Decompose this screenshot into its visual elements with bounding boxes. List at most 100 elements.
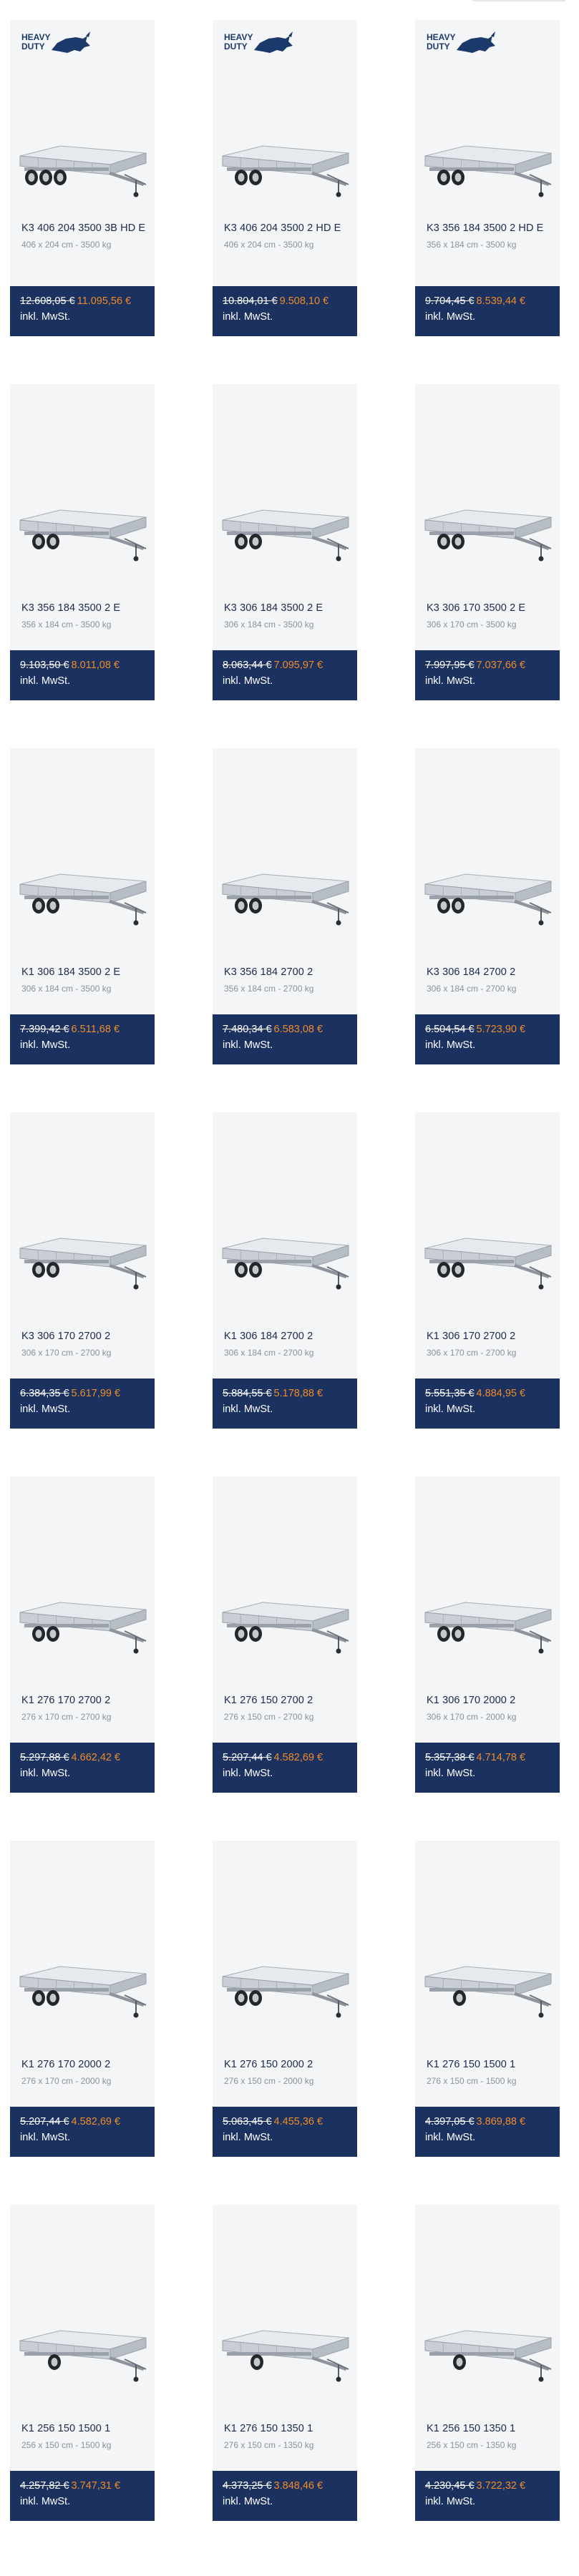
old-price: 5.297,88 € xyxy=(20,1752,69,1763)
trailer-image[interactable] xyxy=(213,1220,357,1298)
product-spec: 306 x 170 cm - 3500 kg xyxy=(427,619,517,630)
product-name[interactable]: K3 356 184 3500 2 E xyxy=(21,599,147,617)
product-card[interactable]: K1 276 150 1350 1 276 x 150 cm - 1350 kg 4… xyxy=(213,2205,357,2521)
product-card[interactable]: K1 306 170 2700 2 306 x 170 cm - 2700 kg 5… xyxy=(415,1112,560,1429)
trailer-image[interactable] xyxy=(213,491,357,570)
product-name[interactable]: K1 276 150 2000 2 xyxy=(224,2055,350,2074)
trailer-image[interactable] xyxy=(415,1220,560,1298)
product-card[interactable]: K1 276 150 1500 1 276 x 150 cm - 1500 kg 4… xyxy=(415,1841,560,2157)
old-price: 9.704,45 € xyxy=(425,295,475,307)
product-card[interactable]: K1 256 150 1350 1 256 x 150 cm - 1350 kg 4… xyxy=(415,2205,560,2521)
tax-note: inkl. MwSt. xyxy=(425,1404,476,1415)
product-spec: 306 x 184 cm - 2700 kg xyxy=(427,984,517,994)
product-card[interactable]: K3 356 184 2700 2 356 x 184 cm - 2700 kg 7… xyxy=(213,748,357,1064)
price-box: 12.608,05 €11.095,56 € inkl. MwSt. xyxy=(10,286,155,336)
price-box: 7.480,34 €6.583,08 € inkl. MwSt. xyxy=(213,1014,357,1064)
sale-price: 4.714,78 € xyxy=(476,1752,526,1763)
trailer-image[interactable] xyxy=(10,856,155,934)
sale-price: 5.178,88 € xyxy=(273,1388,323,1399)
product-card[interactable]: K1 276 170 2700 2 276 x 170 cm - 2700 kg 5… xyxy=(10,1476,155,1793)
product-name[interactable]: K1 276 150 1350 1 xyxy=(224,2419,350,2438)
product-name[interactable]: K1 276 170 2700 2 xyxy=(21,1691,147,1710)
product-card[interactable]: K3 306 170 3500 2 E 306 x 170 cm - 3500 k… xyxy=(415,384,560,700)
sale-price: 4.582,69 € xyxy=(273,1752,323,1763)
trailer-image[interactable] xyxy=(213,2312,357,2391)
trailer-image[interactable] xyxy=(213,856,357,934)
product-name[interactable]: K1 306 184 2700 2 xyxy=(224,1327,350,1346)
trailer-image[interactable] xyxy=(415,856,560,934)
product-name[interactable]: K1 306 170 2000 2 xyxy=(427,1691,553,1710)
product-card[interactable]: K3 306 170 2700 2 306 x 170 cm - 2700 kg 6… xyxy=(10,1112,155,1429)
tax-note: inkl. MwSt. xyxy=(20,2496,71,2507)
product-name[interactable]: K1 306 170 2700 2 xyxy=(427,1327,553,1346)
price-box: 7.399,42 €6.511,68 € inkl. MwSt. xyxy=(10,1014,155,1064)
old-price: 9.103,50 € xyxy=(20,660,69,671)
product-card[interactable]: HEAVY DUTY K3 356 184 3500 2 HD E 356 x 184… xyxy=(415,20,560,336)
price-box: 6.384,35 €5.617,99 € inkl. MwSt. xyxy=(10,1378,155,1429)
trailer-image[interactable] xyxy=(10,491,155,570)
product-name[interactable]: K3 406 204 3500 3B HD E xyxy=(21,219,147,237)
product-card[interactable]: K1 306 184 2700 2 306 x 184 cm - 2700 kg 5… xyxy=(213,1112,357,1429)
product-name[interactable]: K3 406 204 3500 2 HD E xyxy=(224,219,350,237)
trailer-image[interactable] xyxy=(213,1948,357,2027)
product-card[interactable]: K1 306 170 2000 2 306 x 170 cm - 2000 kg 5… xyxy=(415,1476,560,1793)
sale-price: 3.848,46 € xyxy=(273,2480,323,2492)
product-name[interactable]: K1 256 150 1350 1 xyxy=(427,2419,553,2438)
trailer-image[interactable] xyxy=(415,1948,560,2027)
old-price: 4.397,05 € xyxy=(425,2116,475,2127)
product-card[interactable]: K1 276 150 2700 2 276 x 150 cm - 2700 kg 5… xyxy=(213,1476,357,1793)
tax-note: inkl. MwSt. xyxy=(20,1404,71,1415)
product-card[interactable]: K3 306 184 2700 2 306 x 184 cm - 2700 kg 6… xyxy=(415,748,560,1064)
trailer-image[interactable] xyxy=(10,1948,155,2027)
sale-price: 7.037,66 € xyxy=(476,660,526,671)
old-price: 4.257,82 € xyxy=(20,2480,69,2492)
old-price: 4.230,45 € xyxy=(425,2480,475,2492)
product-spec: 276 x 150 cm - 1500 kg xyxy=(427,2076,517,2086)
trailer-image[interactable] xyxy=(415,1584,560,1662)
product-spec: 306 x 184 cm - 2700 kg xyxy=(224,1348,314,1358)
product-spec: 406 x 204 cm - 3500 kg xyxy=(224,240,314,250)
old-price: 10.804,01 € xyxy=(223,295,278,307)
trailer-image[interactable] xyxy=(213,1584,357,1662)
trailer-image[interactable] xyxy=(415,127,560,206)
product-name[interactable]: K1 276 150 2700 2 xyxy=(224,1691,350,1710)
trailer-image[interactable] xyxy=(10,2312,155,2391)
trailer-image[interactable] xyxy=(10,1584,155,1662)
rhino-icon xyxy=(254,31,293,53)
sale-price: 8.011,08 € xyxy=(71,660,120,671)
product-name[interactable]: K3 356 184 2700 2 xyxy=(224,963,350,981)
tax-note: inkl. MwSt. xyxy=(20,1768,71,1779)
product-card[interactable]: K1 276 150 2000 2 276 x 150 cm - 2000 kg 5… xyxy=(213,1841,357,2157)
trailer-image[interactable] xyxy=(10,1220,155,1298)
trailer-image[interactable] xyxy=(415,491,560,570)
product-card[interactable]: HEAVY DUTY K3 406 204 3500 2 HD E 406 x 204… xyxy=(213,20,357,336)
trailer-image[interactable] xyxy=(213,127,357,206)
product-name[interactable]: K3 306 184 3500 2 E xyxy=(224,599,350,617)
product-card[interactable]: K3 356 184 3500 2 E 356 x 184 cm - 3500 k… xyxy=(10,384,155,700)
product-card[interactable]: HEAVY DUTY K3 406 204 3500 3B HD E 406 x 20… xyxy=(10,20,155,336)
product-card[interactable]: K1 276 170 2000 2 276 x 170 cm - 2000 kg 5… xyxy=(10,1841,155,2157)
product-name[interactable]: K3 356 184 3500 2 HD E xyxy=(427,219,553,237)
trailer-image[interactable] xyxy=(415,2312,560,2391)
product-spec: 256 x 150 cm - 1500 kg xyxy=(21,2440,112,2450)
old-price: 7.399,42 € xyxy=(20,1024,69,1035)
tax-note: inkl. MwSt. xyxy=(223,311,273,323)
product-name[interactable]: K3 306 184 2700 2 xyxy=(427,963,553,981)
price-box: 5.063,45 €4.455,36 € inkl. MwSt. xyxy=(213,2107,357,2157)
sale-price: 5.617,99 € xyxy=(71,1388,121,1399)
tax-note: inkl. MwSt. xyxy=(20,1039,71,1051)
product-name[interactable]: K1 256 150 1500 1 xyxy=(21,2419,147,2438)
product-name[interactable]: K1 276 170 2000 2 xyxy=(21,2055,147,2074)
product-spec: 256 x 150 cm - 1350 kg xyxy=(427,2440,517,2450)
product-card[interactable]: K3 306 184 3500 2 E 306 x 184 cm - 3500 k… xyxy=(213,384,357,700)
price-box: 9.103,50 €8.011,08 € inkl. MwSt. xyxy=(10,650,155,700)
old-price: 6.504,54 € xyxy=(425,1024,475,1035)
product-card[interactable]: K1 306 184 3500 2 E 306 x 184 cm - 3500 k… xyxy=(10,748,155,1064)
product-name[interactable]: K1 276 150 1500 1 xyxy=(427,2055,553,2074)
product-name[interactable]: K1 306 184 3500 2 E xyxy=(21,963,147,981)
product-name[interactable]: K3 306 170 3500 2 E xyxy=(427,599,553,617)
trailer-image[interactable] xyxy=(10,127,155,206)
product-card[interactable]: K1 256 150 1500 1 256 x 150 cm - 1500 kg 4… xyxy=(10,2205,155,2521)
price-box: 5.884,55 €5.178,88 € inkl. MwSt. xyxy=(213,1378,357,1429)
product-name[interactable]: K3 306 170 2700 2 xyxy=(21,1327,147,1346)
